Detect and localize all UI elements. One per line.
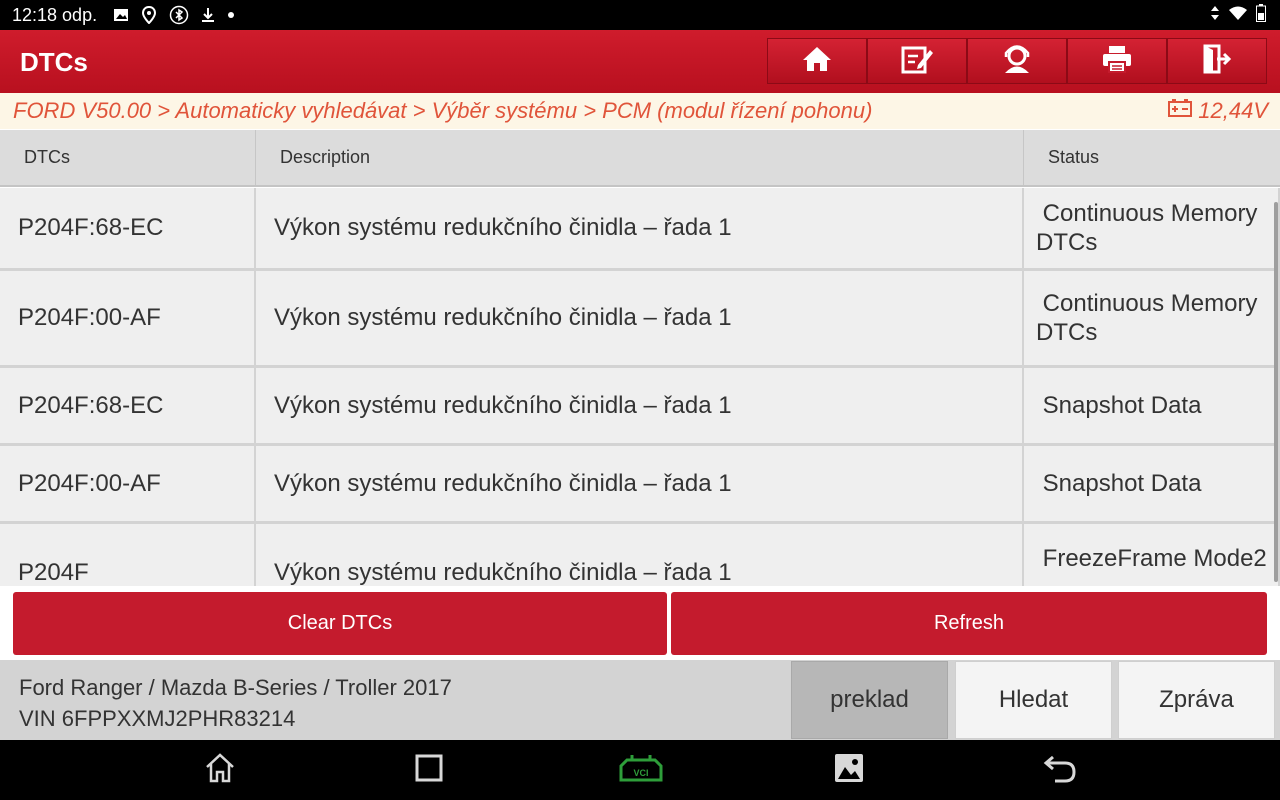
nav-vci-button[interactable]: VCI [618,752,664,788]
dtc-code: P204F:68-EC [0,368,256,443]
support-button[interactable] [967,38,1067,84]
table-row[interactable]: P204F:68-EC Výkon systému redukčního čin… [0,368,1280,446]
car-battery-icon [1168,98,1193,124]
dtc-description: Výkon systému redukčního činidla – řada … [256,524,1024,586]
location-icon [141,6,157,24]
gallery-icon [833,752,865,789]
dtc-status: Snapshot Data [1024,368,1280,443]
battery-voltage: 12,44V [1168,93,1268,129]
dtc-status: FreezeFrame Mode2 [1024,524,1280,586]
home-icon [801,45,833,78]
table-row[interactable]: P204F:00-AF Výkon systému redukčního čin… [0,271,1280,368]
vci-icon: VCI [619,753,663,788]
edit-report-icon [901,44,933,79]
page-title: DTCs [20,47,88,77]
nav-gallery-button[interactable] [829,752,869,788]
back-icon [1043,753,1077,788]
action-bar: Clear DTCs Refresh [13,592,1267,655]
data-arrows-icon [1210,5,1220,26]
app-header: DTCs [0,30,1280,93]
edit-report-button[interactable] [867,38,967,84]
clear-dtcs-button[interactable]: Clear DTCs [13,592,667,655]
dtc-code: P204F [0,524,256,586]
refresh-button[interactable]: Refresh [671,592,1267,655]
recents-icon [414,753,444,788]
dtc-description: Výkon systému redukčního činidla – řada … [256,188,1024,268]
svg-text:VCI: VCI [633,768,648,778]
dot-icon [227,11,235,19]
table-scrollbar[interactable] [1274,202,1278,582]
dtc-code: P204F:00-AF [0,446,256,521]
dtc-code: P204F:68-EC [0,188,256,268]
column-header-description: Description [256,130,1024,185]
breadcrumb-path: FORD V50.00 > Automaticky vyhledávat > V… [13,98,873,123]
image-icon [113,7,129,23]
bluetooth-icon [169,5,189,25]
dtc-table: DTCs Description Status P204F:68-EC Výko… [0,130,1280,586]
download-icon [201,7,215,23]
table-body: P204F:68-EC Výkon systému redukčního čin… [0,188,1280,586]
print-button[interactable] [1067,38,1167,84]
nav-back-button[interactable] [1040,752,1080,788]
vehicle-name: Ford Ranger / Mazda B-Series / Troller 2… [19,675,452,700]
print-icon [1101,44,1133,79]
exit-icon [1201,44,1233,79]
header-toolbar [767,38,1267,84]
navigation-bar: VCI [0,740,1280,800]
column-header-status: Status [1048,147,1100,167]
status-time: 12:18 odp. [12,4,98,25]
support-icon [1001,44,1033,79]
exit-button[interactable] [1167,38,1267,84]
dtc-description: Výkon systému redukčního činidla – řada … [256,368,1024,443]
search-button[interactable]: Hledat [955,661,1112,739]
dtc-code: P204F:00-AF [0,271,256,365]
column-header-dtcs: DTCs [0,130,256,185]
wifi-icon [1228,5,1248,26]
table-row[interactable]: P204F Výkon systému redukčního činidla –… [0,524,1280,586]
dtc-status: Continuous Memory DTCs [1024,188,1280,268]
dtc-description: Výkon systému redukčního činidla – řada … [256,271,1024,365]
table-row[interactable]: P204F:00-AF Výkon systému redukčního čin… [0,446,1280,524]
translate-button[interactable]: preklad [791,661,948,739]
dtc-description: Výkon systému redukčního činidla – řada … [256,446,1024,521]
vehicle-info: Ford Ranger / Mazda B-Series / Troller 2… [19,672,452,734]
vin-number: VIN 6FPPXXMJ2PHR83214 [19,706,296,731]
nav-home-button[interactable] [200,752,240,788]
dtc-status: Snapshot Data [1024,446,1280,521]
home-button[interactable] [767,38,867,84]
vehicle-footer: Ford Ranger / Mazda B-Series / Troller 2… [0,660,1280,740]
home-icon [203,752,237,789]
table-header: DTCs Description Status [0,130,1280,187]
table-row[interactable]: P204F:68-EC Výkon systému redukčního čin… [0,188,1280,271]
dtc-status: Continuous Memory DTCs [1024,271,1280,365]
voltage-value: 12,44V [1198,98,1268,123]
battery-icon [1256,3,1266,27]
nav-recents-button[interactable] [409,752,449,788]
breadcrumb: FORD V50.00 > Automaticky vyhledávat > V… [0,93,1280,129]
status-bar: 12:18 odp. [0,0,1280,30]
report-button[interactable]: Zpráva [1118,661,1275,739]
